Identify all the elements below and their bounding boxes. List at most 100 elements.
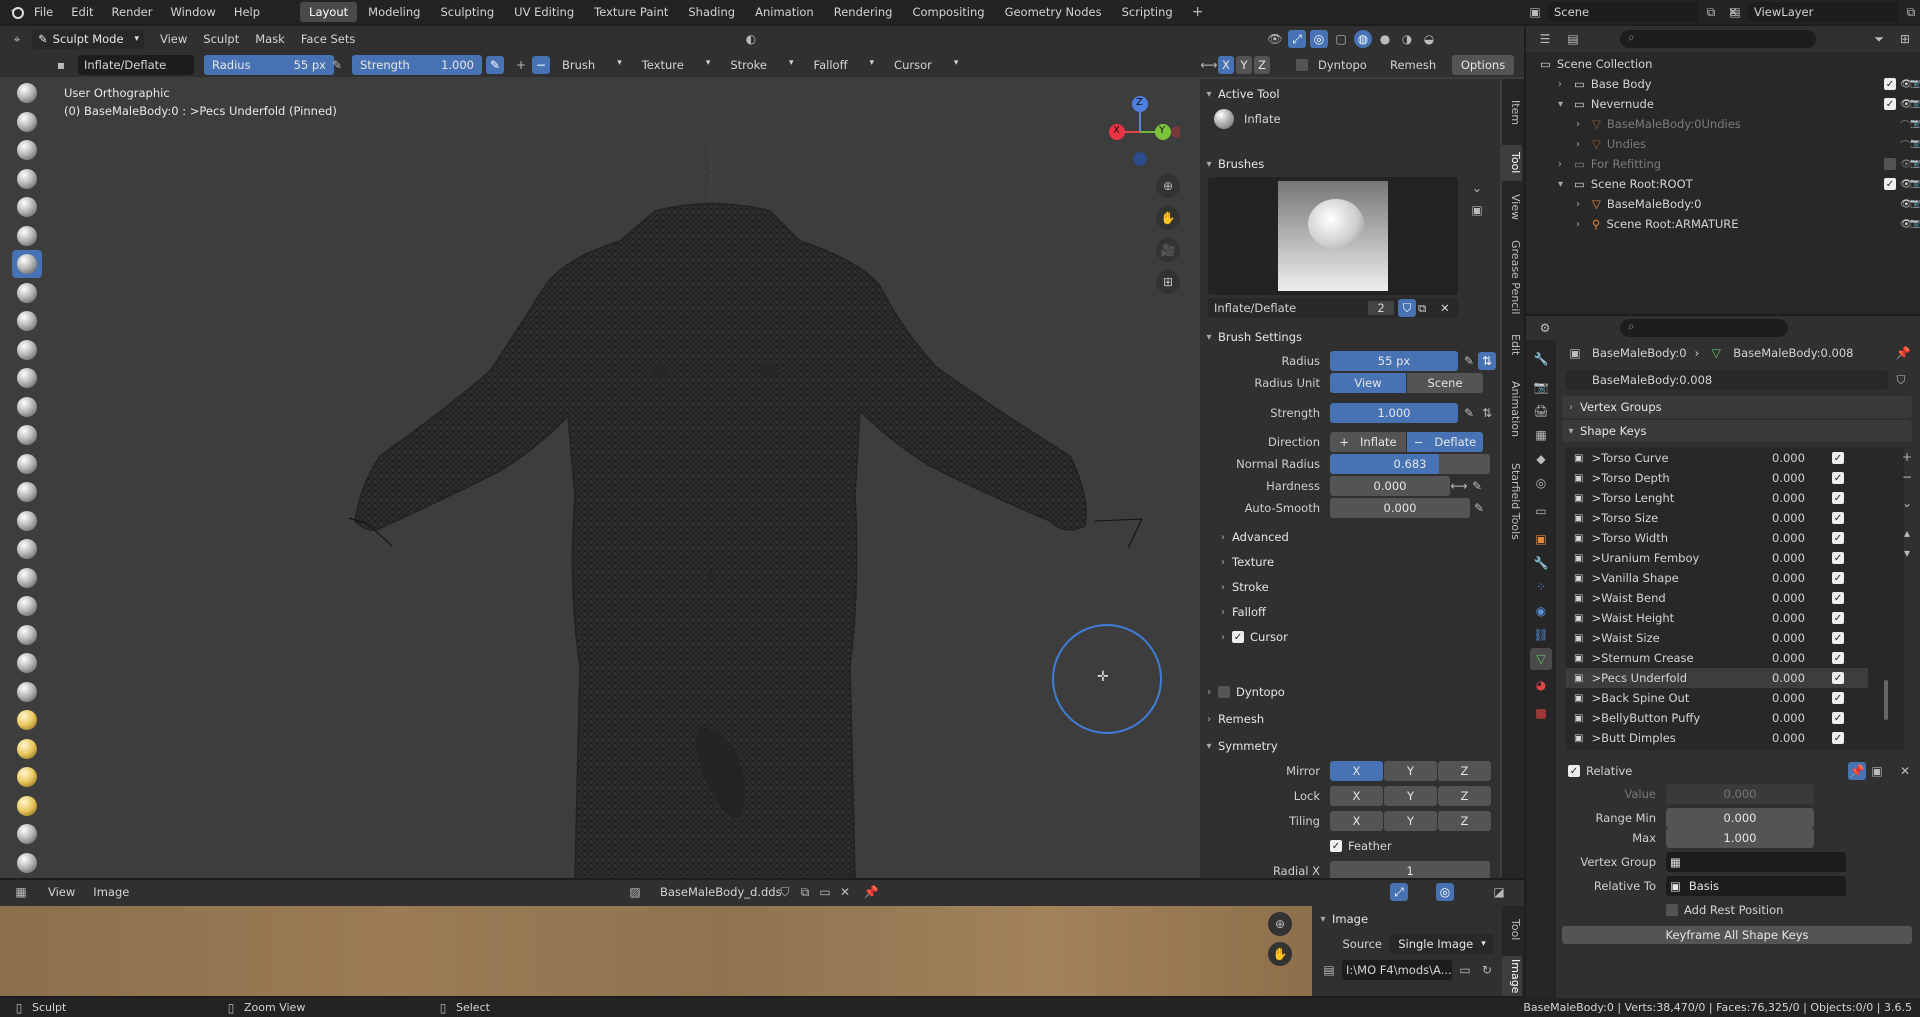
strength-lock-icon[interactable]: ✎ — [1460, 404, 1478, 422]
subpanel-cursor[interactable]: › ✓ Cursor — [1214, 626, 1494, 648]
direction-inflate[interactable]: + Inflate — [1330, 432, 1406, 452]
normal-radius-slider[interactable]: 0.683 — [1330, 454, 1490, 474]
camera-icon[interactable]: 📷 — [1910, 219, 1920, 229]
brush-preview[interactable] — [1208, 177, 1458, 295]
zoom-icon[interactable]: ⊕ — [1156, 174, 1180, 198]
shape-key-value[interactable]: 0.000 — [1772, 691, 1805, 705]
object-tab-icon[interactable]: ▣ — [1532, 530, 1550, 548]
image-unlink-icon[interactable]: ✕ — [836, 883, 854, 901]
output-tab-icon[interactable]: 🖨 — [1532, 402, 1550, 420]
cursor-checkbox[interactable]: ✓ — [1232, 631, 1244, 643]
camera-icon[interactable]: 📷 — [1910, 79, 1920, 89]
shape-key-value[interactable]: 0.000 — [1772, 711, 1805, 725]
outliner-type-icon[interactable]: ☰ — [1536, 30, 1554, 48]
camera-icon[interactable]: 📷 — [1910, 179, 1920, 189]
new-collection-icon[interactable]: ⊞ — [1896, 30, 1914, 48]
tab-shading[interactable]: Shading — [679, 2, 744, 22]
tiling-z-button[interactable]: Z — [1438, 811, 1491, 831]
shape-key-row[interactable]: ▣ >Torso Curve 0.000 ✓ — [1566, 448, 1868, 468]
lock-y-button[interactable]: Y — [1384, 786, 1437, 806]
feather-checkbox[interactable]: ✓ — [1330, 840, 1342, 852]
tab-uv-editing[interactable]: UV Editing — [505, 2, 583, 22]
remesh-header[interactable]: › Remesh — [1200, 708, 1500, 730]
camera-icon[interactable]: 📷 — [1910, 119, 1920, 129]
image-source-dropdown[interactable]: Single Image ▾ — [1390, 934, 1494, 954]
brush-dropdown-icon[interactable]: ⌄ — [1468, 179, 1486, 197]
strength-pressure-toggle-icon[interactable]: ⇅ — [1478, 404, 1496, 422]
shape-key-mute-checkbox[interactable]: ✓ — [1832, 592, 1844, 604]
tab-rendering[interactable]: Rendering — [825, 2, 902, 22]
shape-key-mute-checkbox[interactable]: ✓ — [1832, 492, 1844, 504]
physics-tab-icon[interactable]: ◉ — [1532, 602, 1550, 620]
shape-key-value[interactable]: 0.000 — [1772, 671, 1805, 685]
shape-key-name[interactable]: >Torso Lenght — [1591, 491, 1674, 505]
keyframe-all-button[interactable]: Keyframe All Shape Keys — [1562, 926, 1912, 944]
shape-key-value[interactable]: 0.000 — [1772, 451, 1805, 465]
shape-key-mute-checkbox[interactable]: ✓ — [1832, 472, 1844, 484]
mesh-fake-user-icon[interactable]: ⛉ — [1892, 371, 1910, 389]
mesh-data-tab-icon[interactable]: ▽ — [1530, 648, 1552, 670]
radius-slider[interactable]: 55 px — [1330, 351, 1458, 371]
blender-logo-icon[interactable] — [0, 5, 34, 19]
tiling-x-button[interactable]: X — [1330, 811, 1383, 831]
image-pan-icon[interactable]: ✋ — [1268, 942, 1292, 966]
shape-key-row[interactable]: ▣ >Back Spine Out 0.000 ✓ — [1566, 688, 1868, 708]
hardness-pressure-icon[interactable]: ✎ — [1468, 477, 1486, 495]
shape-key-name[interactable]: >Waist Size — [1591, 631, 1659, 645]
mirror-z-button[interactable]: Z — [1438, 761, 1491, 781]
lock-z-button[interactable]: Z — [1438, 786, 1491, 806]
unlink-brush-icon[interactable]: ✕ — [1440, 301, 1450, 315]
outliner-row[interactable]: ›▽BaseMaleBody:0Undies✓⌒📷 — [1526, 114, 1920, 134]
outliner-search-input[interactable]: ⌕ — [1620, 30, 1816, 48]
shape-key-value[interactable]: 0.000 — [1772, 471, 1805, 485]
outliner-row[interactable]: ▭Scene Collection👁📷 — [1526, 54, 1920, 74]
options-dropdown[interactable]: Options — [1452, 54, 1514, 75]
shape-key-name[interactable]: >Uranium Femboy — [1591, 551, 1699, 565]
shape-key-name[interactable]: >Vanilla Shape — [1591, 571, 1678, 585]
menu-render[interactable]: Render — [112, 5, 153, 19]
exclude-checkbox[interactable] — [1884, 158, 1896, 170]
shape-key-mute-checkbox[interactable]: ✓ — [1832, 452, 1844, 464]
symmetry-x-button[interactable]: X — [1218, 55, 1234, 74]
view-layer-tab-icon[interactable]: ▦ — [1532, 426, 1550, 444]
overlay-toggle-icon[interactable]: ◎ — [1310, 30, 1328, 48]
shape-key-value[interactable]: 0.000 — [1772, 511, 1805, 525]
subpanel-advanced[interactable]: › Advanced — [1214, 526, 1494, 548]
tiling-y-button[interactable]: Y — [1384, 811, 1437, 831]
shape-key-row[interactable]: ▣ >Waist Bend 0.000 ✓ — [1566, 588, 1868, 608]
hardness-invert-icon[interactable]: ⟷ — [1450, 477, 1468, 495]
render-tab-icon[interactable]: 📷 — [1532, 378, 1550, 396]
image-tab-tool[interactable]: Tool — [1502, 910, 1522, 950]
outliner-row[interactable]: ▾ ▭ Scene Root:ROOT ✓ 👁 📷 — [1526, 174, 1920, 194]
outliner-row[interactable]: › ▭ Base Body ✓ 👁 📷 — [1526, 74, 1920, 94]
brushes-header[interactable]: ▾ Brushes — [1200, 153, 1500, 175]
relative-to-field[interactable]: ▣ Basis — [1666, 876, 1846, 896]
shape-key-mute-checkbox[interactable]: ✓ — [1832, 732, 1844, 744]
outliner-row[interactable]: ▾ ▭ Nevernude ✓ 👁 📷 — [1526, 94, 1920, 114]
new-view-layer-icon[interactable]: ⧉ — [1902, 3, 1920, 21]
view-layer-field[interactable]: ViewLayer — [1748, 2, 1898, 22]
shading-material-icon[interactable]: ◑ — [1398, 30, 1416, 48]
shape-key-mute-checkbox[interactable]: ✓ — [1832, 712, 1844, 724]
shape-key-name[interactable]: >Waist Bend — [1591, 591, 1665, 605]
shape-key-name[interactable]: >BellyButton Puffy — [1591, 711, 1700, 725]
scene-tab-icon[interactable]: ◆ — [1532, 450, 1550, 468]
tab-modeling[interactable]: Modeling — [359, 2, 429, 22]
image-editor-type-icon[interactable]: ▦ — [12, 883, 30, 901]
image-browse-icon[interactable]: ▨ — [626, 883, 644, 901]
shading-solid-icon[interactable]: ● — [1376, 30, 1394, 48]
collection-tab-icon[interactable]: ▭ — [1532, 502, 1550, 520]
texture-canvas[interactable] — [0, 906, 1312, 996]
shape-key-value[interactable]: 0.000 — [1772, 591, 1805, 605]
eye-icon[interactable]: ⌒ — [1900, 117, 1910, 132]
sidebar-tab-edit[interactable]: Edit — [1502, 325, 1522, 365]
image-menu-image[interactable]: Image — [93, 885, 129, 899]
shape-key-mute-checkbox[interactable]: ✓ — [1832, 652, 1844, 664]
expand-arrow-icon[interactable]: › — [1576, 219, 1592, 230]
autosmooth-pressure-icon[interactable]: ✎ — [1470, 499, 1488, 517]
shape-key-row[interactable]: ▣ >Waist Height 0.000 ✓ — [1566, 608, 1868, 628]
move-down-icon[interactable]: ▾ — [1898, 544, 1916, 562]
menu-edit[interactable]: Edit — [71, 5, 93, 19]
shading-wireframe-icon[interactable]: ◍ — [1354, 30, 1372, 48]
image-menu-view[interactable]: View — [48, 885, 75, 899]
